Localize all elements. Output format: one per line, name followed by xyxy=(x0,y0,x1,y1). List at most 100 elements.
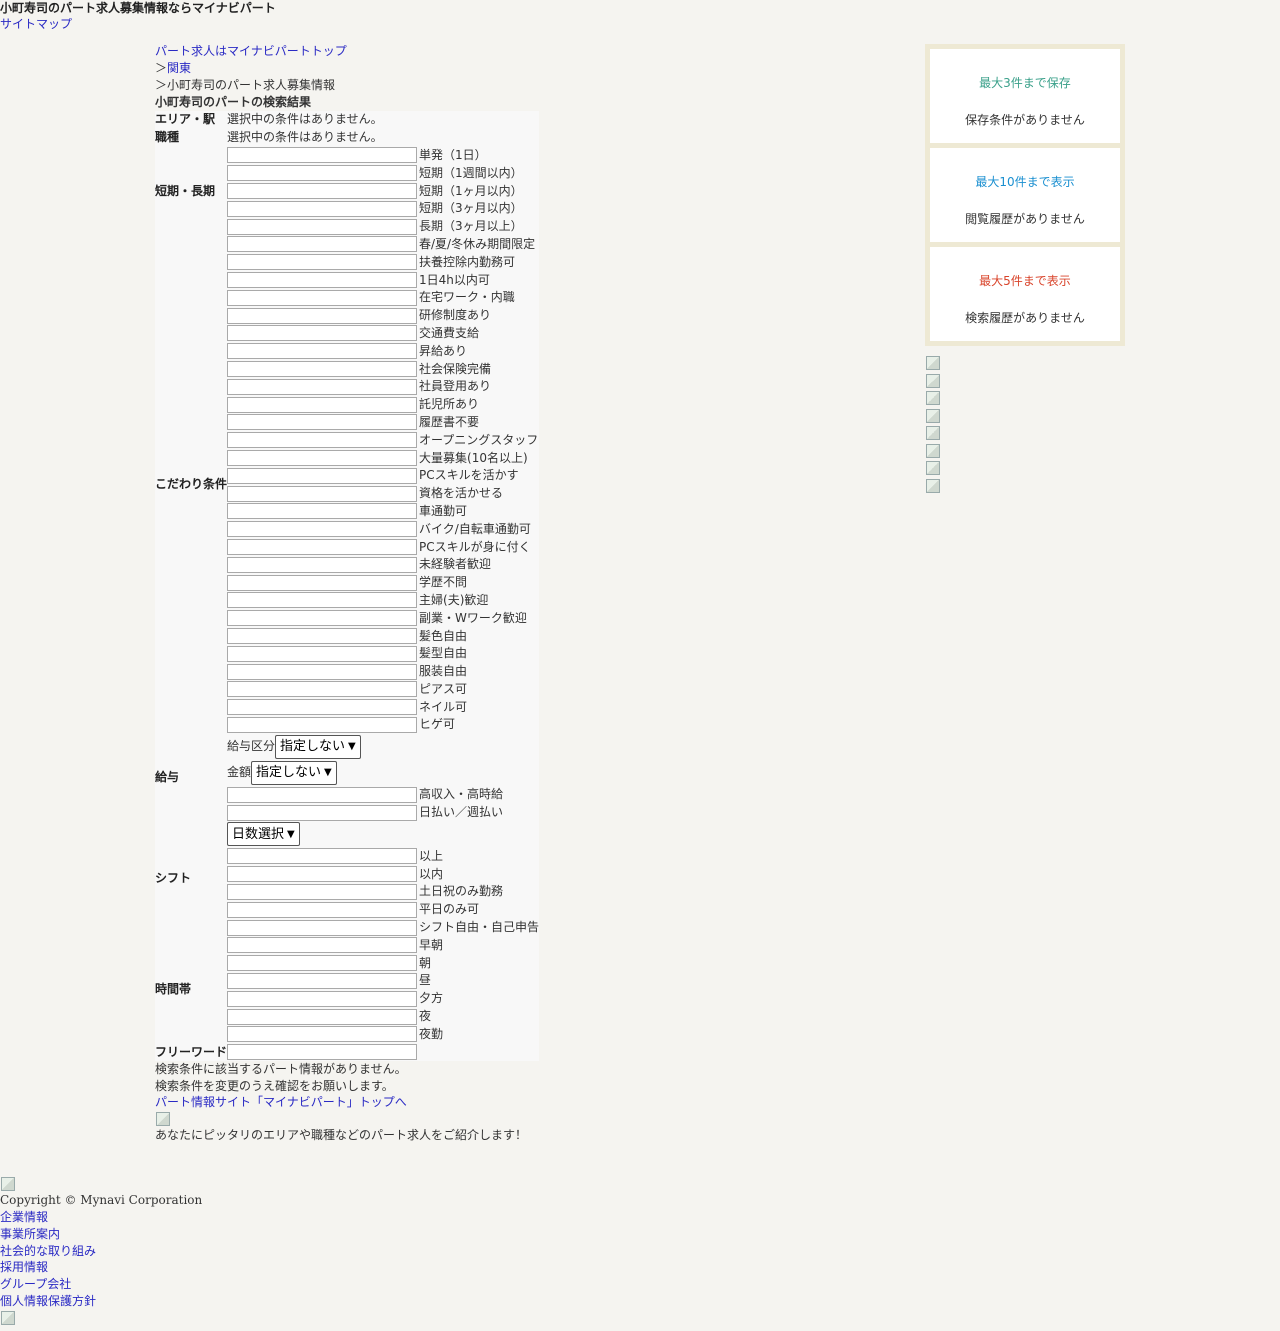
salary-type-select[interactable]: 指定しない ▼ xyxy=(275,734,361,759)
kodawari-option[interactable]: 未経験者歓迎 xyxy=(227,556,539,574)
kodawari-checkbox[interactable] xyxy=(227,378,418,395)
kodawari-option[interactable]: 履歴書不要 xyxy=(227,414,539,432)
kodawari-option[interactable]: 服装自由 xyxy=(227,663,539,681)
kodawari-checkbox[interactable] xyxy=(227,610,418,627)
time-checkbox[interactable] xyxy=(227,937,418,954)
footer-link[interactable]: グループ会社 xyxy=(0,1276,202,1293)
kodawari-checkbox[interactable] xyxy=(227,432,418,449)
banner-image-icon[interactable] xyxy=(925,443,941,461)
kodawari-option[interactable]: 研修制度あり xyxy=(227,307,539,325)
kodawari-option[interactable]: 扶養控除内勤務可 xyxy=(227,253,539,271)
kodawari-checkbox[interactable] xyxy=(227,450,418,467)
kodawari-option[interactable]: 在宅ワーク・内職 xyxy=(227,289,539,307)
salary-checkbox[interactable] xyxy=(227,786,418,803)
banner-image-icon[interactable] xyxy=(925,355,941,373)
time-option[interactable]: 夕方 xyxy=(227,990,539,1008)
term-checkbox[interactable] xyxy=(227,147,418,164)
breadcrumb-region-link[interactable]: 関東 xyxy=(167,61,191,75)
kodawari-option[interactable]: 昇給あり xyxy=(227,342,539,360)
salary-checkbox[interactable] xyxy=(227,804,418,821)
shift-option[interactable]: 以上 xyxy=(227,847,539,865)
term-option[interactable]: 単発（1日） xyxy=(227,147,539,165)
kodawari-checkbox[interactable] xyxy=(227,289,418,306)
term-option[interactable]: 短期（1週間以内） xyxy=(227,164,539,182)
kodawari-checkbox[interactable] xyxy=(227,396,418,413)
amount-select[interactable]: 指定しない ▼ xyxy=(251,760,337,785)
footer-link[interactable]: 事業所案内 xyxy=(0,1226,202,1243)
kodawari-option[interactable]: 託児所あり xyxy=(227,396,539,414)
kodawari-option[interactable]: 学歴不問 xyxy=(227,574,539,592)
term-option[interactable]: 短期（1ヶ月以内） xyxy=(227,182,539,200)
footer-link[interactable]: 社会的な取り組み xyxy=(0,1243,202,1260)
time-checkbox[interactable] xyxy=(227,955,418,972)
banner-image-icon[interactable] xyxy=(925,425,941,443)
time-option[interactable]: 早朝 xyxy=(227,936,539,954)
time-option[interactable]: 朝 xyxy=(227,954,539,972)
term-option[interactable]: 短期（3ヶ月以内） xyxy=(227,200,539,218)
kodawari-option[interactable]: 社員登用あり xyxy=(227,378,539,396)
kodawari-checkbox[interactable] xyxy=(227,539,418,556)
kodawari-option[interactable]: 髪色自由 xyxy=(227,627,539,645)
kodawari-option[interactable]: ピアス可 xyxy=(227,681,539,699)
kodawari-checkbox[interactable] xyxy=(227,485,418,502)
shift-option[interactable]: シフト自由・自己申告 xyxy=(227,919,539,937)
kodawari-checkbox[interactable] xyxy=(227,325,418,342)
kodawari-option[interactable]: ネイル可 xyxy=(227,698,539,716)
shift-checkbox[interactable] xyxy=(227,901,418,918)
banner-image-icon[interactable] xyxy=(925,478,941,496)
footer-link[interactable]: 個人情報保護方針 xyxy=(0,1293,202,1310)
term-checkbox[interactable] xyxy=(227,183,418,200)
salary-option[interactable]: 日払い／週払い xyxy=(227,804,539,822)
kodawari-option[interactable]: 副業・Wワーク歓迎 xyxy=(227,609,539,627)
kodawari-option[interactable]: バイク/自転車通勤可 xyxy=(227,520,539,538)
term-checkbox[interactable] xyxy=(227,165,418,182)
kodawari-option[interactable]: PCスキルを活かす xyxy=(227,467,539,485)
kodawari-checkbox[interactable] xyxy=(227,681,418,698)
banner-image-icon[interactable] xyxy=(925,408,941,426)
kodawari-checkbox[interactable] xyxy=(227,467,418,484)
kodawari-checkbox[interactable] xyxy=(227,307,418,324)
salary-option[interactable]: 高収入・高時給 xyxy=(227,786,539,804)
footer-link[interactable]: 採用情報 xyxy=(0,1259,202,1276)
kodawari-checkbox[interactable] xyxy=(227,663,418,680)
time-checkbox[interactable] xyxy=(227,1008,418,1025)
days-select[interactable]: 日数選択 ▼ xyxy=(227,822,300,847)
browse-history-title[interactable]: 最大10件まで表示 xyxy=(930,148,1120,211)
kodawari-option[interactable]: PCスキルが身に付く xyxy=(227,538,539,556)
time-checkbox[interactable] xyxy=(227,1026,418,1043)
kodawari-checkbox[interactable] xyxy=(227,556,418,573)
kodawari-option[interactable]: 髪型自由 xyxy=(227,645,539,663)
kodawari-option[interactable]: 1日4h以内可 xyxy=(227,271,539,289)
time-checkbox[interactable] xyxy=(227,990,418,1007)
shift-option[interactable]: 平日のみ可 xyxy=(227,901,539,919)
kodawari-checkbox[interactable] xyxy=(227,503,418,520)
term-checkbox[interactable] xyxy=(227,218,418,235)
kodawari-option[interactable]: 車通勤可 xyxy=(227,503,539,521)
shift-checkbox[interactable] xyxy=(227,866,418,883)
kodawari-checkbox[interactable] xyxy=(227,521,418,538)
search-history-title[interactable]: 最大5件まで表示 xyxy=(930,247,1120,310)
top-page-link[interactable]: パート情報サイト「マイナビパート」トップへ xyxy=(155,1095,407,1109)
kodawari-option[interactable]: 資格を活かせる xyxy=(227,485,539,503)
kodawari-option[interactable]: 交通費支給 xyxy=(227,325,539,343)
sitemap-link[interactable]: サイトマップ xyxy=(0,16,72,33)
term-option[interactable]: 長期（3ヶ月以上） xyxy=(227,218,539,236)
kodawari-checkbox[interactable] xyxy=(227,645,418,662)
banner-image-icon[interactable] xyxy=(925,390,941,408)
kodawari-checkbox[interactable] xyxy=(227,236,418,253)
kodawari-option[interactable]: 社会保険完備 xyxy=(227,360,539,378)
kodawari-checkbox[interactable] xyxy=(227,361,418,378)
kodawari-checkbox[interactable] xyxy=(227,414,418,431)
time-option[interactable]: 夜 xyxy=(227,1008,539,1026)
time-option[interactable]: 夜勤 xyxy=(227,1025,539,1043)
kodawari-checkbox[interactable] xyxy=(227,343,418,360)
banner-image-icon[interactable] xyxy=(925,373,941,391)
breadcrumb-top-link[interactable]: パート求人はマイナビパートトップ xyxy=(155,44,347,58)
banner-image-icon[interactable] xyxy=(925,460,941,478)
kodawari-option[interactable]: オープニングスタッフ xyxy=(227,431,539,449)
kodawari-checkbox[interactable] xyxy=(227,592,418,609)
term-checkbox[interactable] xyxy=(227,200,418,217)
shift-checkbox[interactable] xyxy=(227,883,418,900)
footer-link[interactable]: 企業情報 xyxy=(0,1209,202,1226)
kodawari-option[interactable]: ヒゲ可 xyxy=(227,716,539,734)
